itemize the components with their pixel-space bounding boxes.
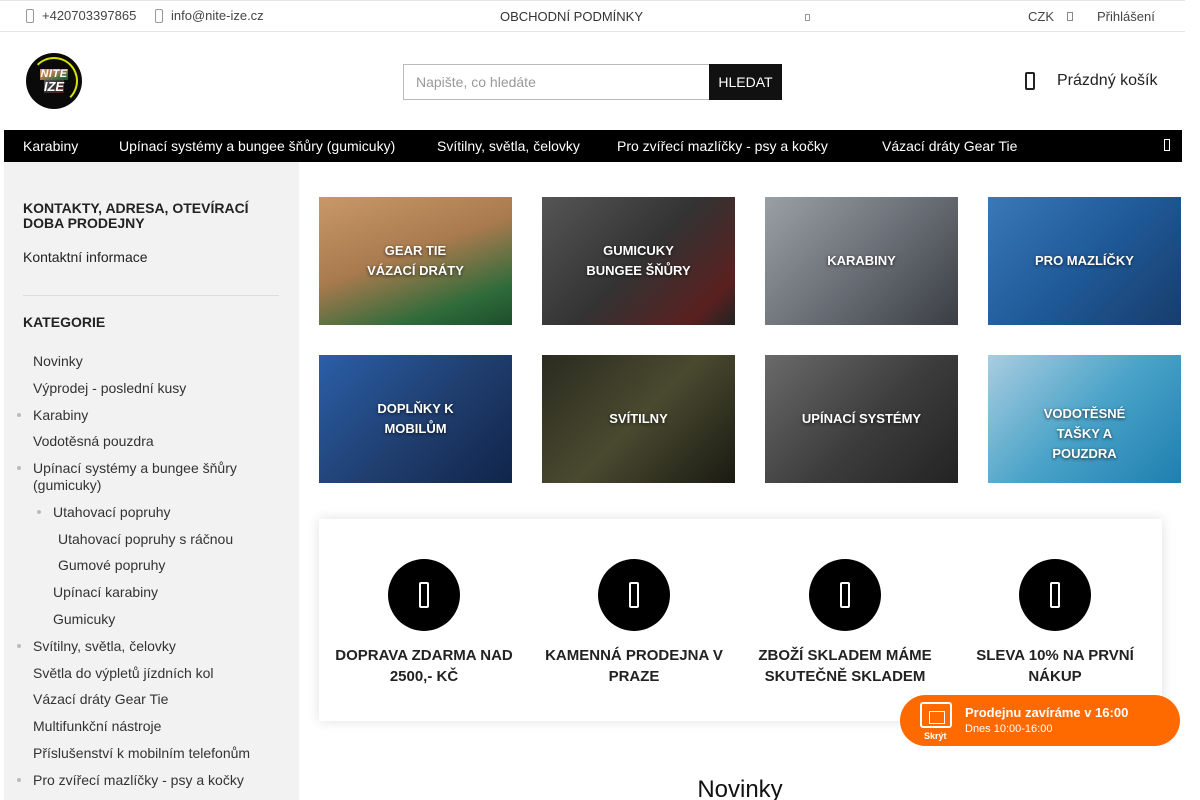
tile-svitilny[interactable]: SVÍTILNY: [542, 355, 735, 483]
category-upinaci-systemy[interactable]: Upínací systémy a bungee šňůry (gumicuky…: [33, 460, 273, 494]
category-vodotesna-pouzdra[interactable]: Vodotěsná pouzdra: [33, 433, 154, 450]
terms-link[interactable]: OBCHODNÍ PODMÍNKY: [500, 9, 643, 24]
bullet-icon: [17, 644, 21, 648]
main-nav: Karabiny Upínací systémy a bungee šňůry …: [4, 130, 1182, 162]
tile-label: KARABINY: [827, 253, 896, 268]
email-address[interactable]: info@nite-ize.cz: [171, 8, 264, 23]
top-bar: +420703397865 info@nite-ize.cz OBCHODNÍ …: [0, 0, 1185, 32]
sidebar-divider: [23, 295, 279, 296]
benefit-free-shipping: DOPRAVA ZDARMA NAD 2500,- KČ: [324, 559, 524, 687]
discount-icon: [1019, 559, 1091, 631]
category-svetla-kola[interactable]: Světla do výpletů jízdních kol: [33, 665, 214, 682]
category-karabiny[interactable]: Karabiny: [33, 407, 88, 424]
tile-label: SVÍTILNY: [609, 411, 668, 426]
category-novinky[interactable]: Novinky: [33, 353, 83, 370]
currency-selector[interactable]: CZK: [1028, 9, 1054, 24]
login-link[interactable]: Přihlášení: [1097, 9, 1155, 24]
nav-more-icon[interactable]: [1164, 139, 1170, 151]
store-hours-widget[interactable]: Skrýt Prodejnu zavíráme v 16:00 Dnes 10:…: [900, 695, 1180, 746]
contacts-link[interactable]: Kontaktní informace: [23, 249, 148, 265]
search-button[interactable]: HLEDAT: [709, 64, 782, 100]
category-gumove-popruhy[interactable]: Gumové popruhy: [58, 557, 165, 574]
tile-label: GEAR TIE VÁZACÍ DRÁTY: [367, 243, 464, 278]
benefit-text: ZBOŽÍ SKLADEM MÁME SKUTEČNĚ SKLADEM: [758, 647, 932, 685]
benefit-discount: SLEVA 10% NA PRVNÍ NÁKUP: [955, 559, 1155, 687]
store-hours-text: Dnes 10:00-16:00: [965, 723, 1053, 735]
category-multifunkcni-nastroje[interactable]: Multifunkční nástroje: [33, 718, 161, 735]
category-upinaci-karabiny[interactable]: Upínací karabiny: [53, 584, 158, 601]
category-gumicuky[interactable]: Gumicuky: [53, 611, 115, 628]
tile-gear-tie[interactable]: GEAR TIE VÁZACÍ DRÁTY: [319, 197, 512, 325]
phone-number[interactable]: +420703397865: [42, 8, 136, 23]
hide-widget-button[interactable]: Skrýt: [924, 731, 947, 741]
nav-item-upinaci-systemy[interactable]: Upínací systémy a bungee šňůry (gumicuky…: [119, 138, 395, 154]
benefits-panel: DOPRAVA ZDARMA NAD 2500,- KČ KAMENNÁ PROD…: [319, 519, 1162, 721]
bullet-icon: [17, 466, 21, 470]
logo-ring: [30, 57, 78, 105]
bullet-icon: [37, 510, 41, 514]
tile-label: GUMICUKY BUNGEE ŠŇŮRY: [586, 243, 691, 278]
search-form: HLEDAT: [403, 64, 782, 100]
tile-karabiny[interactable]: KARABINY: [765, 197, 958, 325]
dropdown-icon[interactable]: [805, 14, 810, 21]
category-utahovaci-popruhy[interactable]: Utahovací popruhy: [53, 504, 171, 521]
nav-item-svitilny[interactable]: Svítilny, světla, čelovky: [437, 138, 580, 154]
tile-gumicuky[interactable]: GUMICUKY BUNGEE ŠŇŮRY: [542, 197, 735, 325]
section-title-novinky: Novinky: [697, 776, 783, 800]
category-prislusenstvi-telefony[interactable]: Příslušenství k mobilním telefonům: [33, 745, 250, 762]
category-gear-tie[interactable]: Vázací dráty Gear Tie: [33, 691, 168, 708]
benefit-store-prague: KAMENNÁ PRODEJNA V PRAZE: [534, 559, 734, 687]
email-contact[interactable]: info@nite-ize.cz: [155, 8, 264, 23]
category-svitilny[interactable]: Svítilny, světla, čelovky: [33, 638, 176, 655]
tile-label: UPÍNACÍ SYSTÉMY: [801, 411, 922, 426]
shop-icon: [920, 702, 952, 728]
tile-doplnky-mobilum[interactable]: DOPLŇKY K MOBILŮM: [319, 355, 512, 483]
tile-upinaci-systemy[interactable]: UPÍNACÍ SYSTÉMY: [765, 355, 958, 483]
benefit-text: KAMENNÁ PRODEJNA V PRAZE: [545, 647, 723, 685]
nav-item-mazlicky[interactable]: Pro zvířecí mazlíčky - psy a kočky: [617, 138, 828, 154]
benefit-text: SLEVA 10% NA PRVNÍ NÁKUP: [976, 647, 1134, 685]
login-icon: [1067, 12, 1073, 21]
benefit-in-stock: ZBOŽÍ SKLADEM MÁME SKUTEČNĚ SKLADEM: [745, 559, 945, 687]
contacts-heading: KONTAKTY, ADRESA, OTEVÍRACÍ DOBA PRODEJN…: [23, 200, 249, 231]
tile-pro-mazlicky[interactable]: PRO MAZLÍČKY: [988, 197, 1181, 325]
search-input[interactable]: [403, 64, 709, 100]
category-vyprodej[interactable]: Výprodej - poslední kusy: [33, 380, 186, 397]
nav-item-gear-tie[interactable]: Vázací dráty Gear Tie: [882, 138, 1017, 154]
mail-icon: [155, 8, 163, 23]
tile-label: DOPLŇKY K MOBILŮM: [377, 401, 454, 436]
store-closing-title: Prodejnu zavíráme v 16:00: [965, 705, 1129, 720]
tile-label: PRO MAZLÍČKY: [1035, 253, 1134, 268]
categories-heading: KATEGORIE: [23, 314, 106, 330]
box-icon: [809, 559, 881, 631]
tile-label: VODOTĚSNÉ TAŠKY A POUZDRA: [1043, 406, 1126, 461]
nav-item-karabiny[interactable]: Karabiny: [23, 138, 78, 154]
phone-contact[interactable]: +420703397865: [26, 8, 136, 23]
category-popruhy-s-racnou[interactable]: Utahovací popruhy s ráčnou: [58, 531, 233, 548]
cart-label[interactable]: Prázdný košík: [1057, 72, 1157, 90]
tile-vodotesne-tasky[interactable]: VODOTĚSNÉ TAŠKY A POUZDRA: [988, 355, 1181, 483]
sidebar: KONTAKTY, ADRESA, OTEVÍRACÍ DOBA PRODEJN…: [4, 162, 299, 800]
truck-icon: [388, 559, 460, 631]
bullet-icon: [17, 413, 21, 417]
benefit-text: DOPRAVA ZDARMA NAD 2500,- KČ: [335, 647, 513, 685]
cart[interactable]: Prázdný košík: [1025, 72, 1157, 90]
store-icon: [598, 559, 670, 631]
site-logo[interactable]: NITE IZE: [26, 53, 82, 109]
phone-icon: [26, 8, 34, 23]
cart-icon: [1025, 72, 1035, 90]
